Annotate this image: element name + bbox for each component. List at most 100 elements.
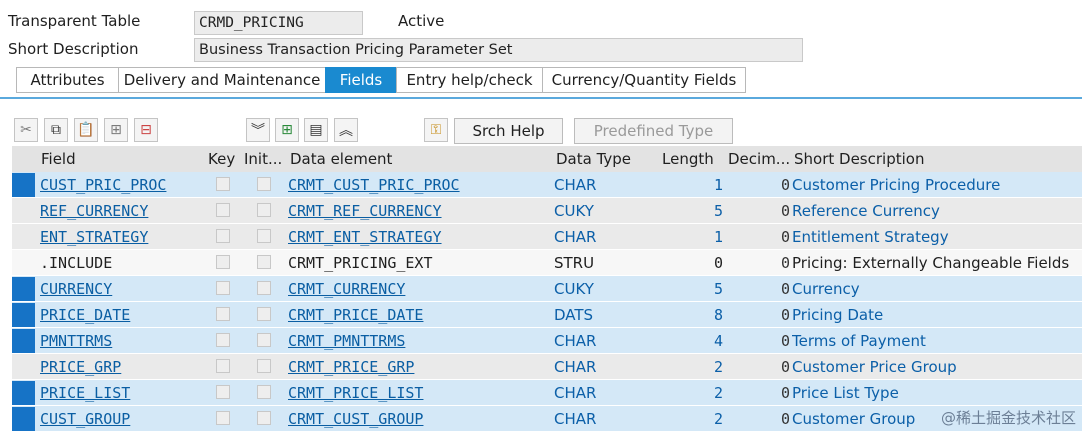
table-row[interactable]: ENT_STRATEGY CRMT_ENT_STRATEGY CHAR 1 0 Entit…	[12, 224, 1082, 250]
table-row[interactable]: CURRENCY CRMT_CURRENCY CUKY 5 0 Currency	[12, 276, 1082, 302]
initial-value-checkbox[interactable]	[257, 333, 271, 347]
data-element-link[interactable]: CRMT_PRICE_LIST	[288, 380, 550, 406]
field-name[interactable]: PRICE_LIST	[40, 380, 204, 406]
col-header-init[interactable]: Init...	[244, 146, 288, 172]
row-selector[interactable]	[12, 329, 35, 353]
initial-value-checkbox[interactable]	[257, 307, 271, 321]
tab-delivery-maintenance[interactable]: Delivery and Maintenance	[118, 67, 325, 93]
row-selector[interactable]	[12, 277, 35, 301]
field-name[interactable]: CUST_GROUP	[40, 406, 204, 432]
length: 2	[713, 410, 723, 428]
watermark: @稀土掘金技术社区	[940, 409, 1076, 427]
new-field-icon[interactable]: ⊞	[275, 118, 299, 142]
table-row[interactable]: CUST_GROUP CRMT_CUST_GROUP CHAR 2 0 Customer …	[12, 406, 1082, 432]
row-selector[interactable]	[12, 381, 35, 405]
col-header-data-element[interactable]: Data element	[290, 146, 550, 172]
search-help-button[interactable]: Srch Help	[454, 118, 563, 144]
table-row[interactable]: .INCLUDE CRMT_PRICING_EXT STRU 0 0 Pricing: E…	[12, 250, 1082, 276]
field-name[interactable]: PRICE_DATE	[40, 302, 204, 328]
collapse-all-icon[interactable]: ︾	[246, 118, 270, 142]
field-name[interactable]: CUST_PRIC_PROC	[40, 172, 204, 198]
insert-row-icon[interactable]: ⊞	[104, 118, 128, 142]
details-icon[interactable]: ▤	[304, 118, 328, 142]
table-row[interactable]: PMNTTRMS CRMT_PMNTTRMS CHAR 4 0 Terms of Paym…	[12, 328, 1082, 354]
initial-value-checkbox[interactable]	[257, 229, 271, 243]
key-checkbox[interactable]	[216, 411, 230, 425]
initial-value-checkbox[interactable]	[257, 255, 271, 269]
table-row[interactable]: PRICE_DATE CRMT_PRICE_DATE DATS 8 0 Pricing D…	[12, 302, 1082, 328]
tab-currency-quantity-fields[interactable]: Currency/Quantity Fields	[542, 67, 746, 93]
row-selector[interactable]	[12, 407, 35, 431]
key-checkbox[interactable]	[216, 177, 230, 191]
initial-value-checkbox[interactable]	[257, 385, 271, 399]
decimals: 0	[780, 228, 790, 246]
tab-entry-help-check[interactable]: Entry help/check	[396, 67, 542, 93]
table-row[interactable]: CUST_PRIC_PROC CRMT_CUST_PRIC_PROC CHAR 1 0 C…	[12, 172, 1082, 198]
predefined-type-button[interactable]: Predefined Type	[574, 118, 733, 144]
key-checkbox[interactable]	[216, 307, 230, 321]
short-description-field[interactable]: Business Transaction Pricing Parameter S…	[194, 38, 803, 62]
row-selector[interactable]	[12, 173, 35, 197]
row-selector[interactable]	[12, 303, 35, 327]
key-checkbox[interactable]	[216, 203, 230, 217]
key-checkbox[interactable]	[216, 281, 230, 295]
table-row[interactable]: PRICE_GRP CRMT_PRICE_GRP CHAR 2 0 Customer Pr…	[12, 354, 1082, 380]
row-selector[interactable]	[12, 251, 35, 275]
initial-value-checkbox[interactable]	[257, 281, 271, 295]
copy-icon[interactable]: ⧉	[44, 118, 68, 142]
row-selector[interactable]	[12, 225, 35, 249]
table-row[interactable]: PRICE_LIST CRMT_PRICE_LIST CHAR 2 0 Price Lis…	[12, 380, 1082, 406]
length: 1	[713, 228, 723, 246]
data-element-link[interactable]: CRMT_REF_CURRENCY	[288, 198, 550, 224]
col-header-field[interactable]: Field	[41, 146, 201, 172]
key-checkbox[interactable]	[216, 255, 230, 269]
decimals: 0	[780, 202, 790, 220]
tab-fields[interactable]: Fields	[325, 67, 396, 93]
short-description: Price List Type	[792, 384, 899, 402]
data-element-link[interactable]: CRMT_CUST_PRIC_PROC	[288, 172, 550, 198]
col-header-length[interactable]: Length	[662, 146, 722, 172]
length: 1	[713, 176, 723, 194]
decimals: 0	[780, 410, 790, 428]
initial-value-checkbox[interactable]	[257, 177, 271, 191]
table-header: Field Key Init... Data element Data Type…	[12, 146, 1082, 173]
data-element-link[interactable]: CRMT_PRICING_EXT	[288, 250, 550, 276]
table-row[interactable]: REF_CURRENCY CRMT_REF_CURRENCY CUKY 5 0 Refer…	[12, 198, 1082, 224]
col-header-key[interactable]: Key	[208, 146, 240, 172]
col-header-data-type[interactable]: Data Type	[556, 146, 656, 172]
col-header-decimals[interactable]: Decim...	[728, 146, 792, 172]
initial-value-checkbox[interactable]	[257, 411, 271, 425]
field-name[interactable]: .INCLUDE	[40, 250, 204, 276]
cut-icon[interactable]: ✂	[14, 118, 38, 142]
field-name[interactable]: PMNTTRMS	[40, 328, 204, 354]
status-label: Active	[398, 12, 445, 30]
data-type: DATS	[554, 306, 594, 324]
data-element-link[interactable]: CRMT_CUST_GROUP	[288, 406, 550, 432]
data-element-link[interactable]: CRMT_PMNTTRMS	[288, 328, 550, 354]
paste-icon[interactable]: 📋	[74, 118, 98, 142]
tab-attributes[interactable]: Attributes	[16, 67, 118, 93]
delete-row-icon[interactable]: ⊟	[134, 118, 158, 142]
field-name[interactable]: ENT_STRATEGY	[40, 224, 204, 250]
field-name[interactable]: CURRENCY	[40, 276, 204, 302]
field-name[interactable]: REF_CURRENCY	[40, 198, 204, 224]
initial-value-checkbox[interactable]	[257, 203, 271, 217]
key-checkbox[interactable]	[216, 229, 230, 243]
col-header-short-description[interactable]: Short Description	[794, 146, 1074, 172]
data-element-link[interactable]: CRMT_PRICE_DATE	[288, 302, 550, 328]
expand-all-icon[interactable]: ︽	[334, 118, 358, 142]
row-selector[interactable]	[12, 199, 35, 223]
field-name[interactable]: PRICE_GRP	[40, 354, 204, 380]
key-checkbox[interactable]	[216, 333, 230, 347]
length: 5	[713, 280, 723, 298]
table-name-field[interactable]: CRMD_PRICING	[194, 11, 363, 35]
row-selector[interactable]	[12, 355, 35, 379]
data-element-link[interactable]: CRMT_ENT_STRATEGY	[288, 224, 550, 250]
key-checkbox[interactable]	[216, 385, 230, 399]
initial-value-checkbox[interactable]	[257, 359, 271, 373]
data-element-link[interactable]: CRMT_CURRENCY	[288, 276, 550, 302]
key-checkbox[interactable]	[216, 359, 230, 373]
search-help-key-icon[interactable]: ⚿	[424, 118, 448, 142]
tab-strip: Attributes Delivery and Maintenance Fiel…	[16, 67, 746, 93]
data-element-link[interactable]: CRMT_PRICE_GRP	[288, 354, 550, 380]
